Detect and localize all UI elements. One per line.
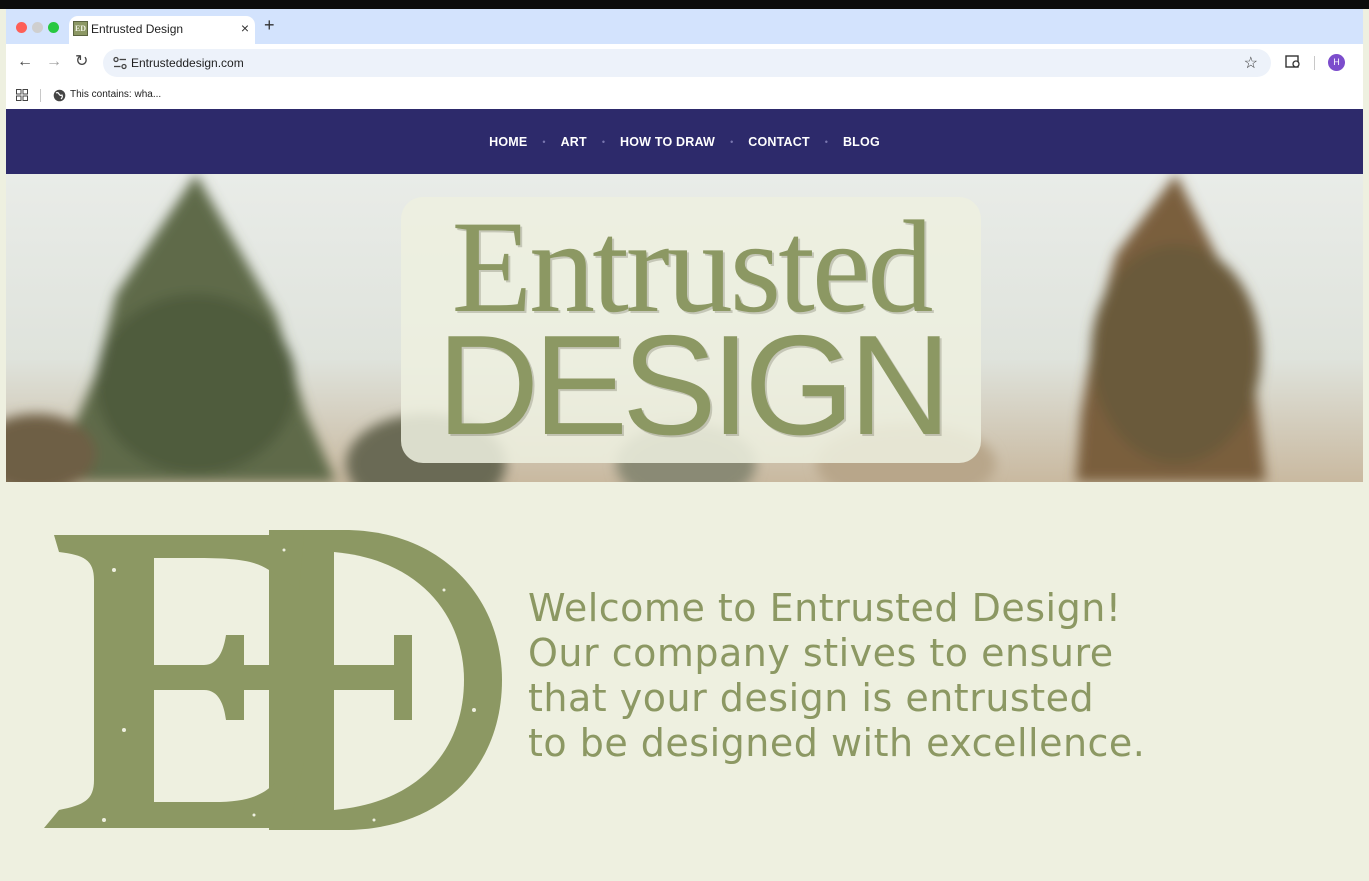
nav-contact[interactable]: CONTACT [748,135,810,149]
nav-art[interactable]: ART [561,135,587,149]
forward-icon[interactable]: → [46,52,62,72]
nav-home[interactable]: HOME [489,135,527,149]
nav-separator: • [601,136,606,147]
welcome-line-2: Our company stives to ensure [528,631,1114,675]
logo-wordmark-bottom: DESIGN [436,306,951,465]
site-navigation: HOME • ART • HOW TO DRAW • CONTACT • BLO… [6,109,1363,174]
address-bar[interactable]: Entrusteddesign.com ☆ [103,49,1271,77]
hero-logo-box: Entrusted DESIGN [401,197,981,463]
profile-avatar[interactable]: H [1328,54,1345,71]
bookmark-item[interactable]: This contains: wha... [70,89,161,100]
new-tab-button[interactable]: + [264,15,275,35]
bookmarks-bar: This contains: wha... [6,82,1363,109]
tab-strip: ED Entrusted Design × + [6,9,1363,44]
bookmarks-divider [40,89,41,102]
window-right-border [1363,482,1369,881]
nav-separator: • [542,136,546,147]
back-icon[interactable]: ← [17,52,33,72]
tab-close-icon[interactable]: × [241,20,249,36]
nav-separator: • [730,136,734,147]
window-top-border [0,0,1369,9]
hero-banner: Entrusted DESIGN [6,174,1363,482]
welcome-text: Welcome to Entrusted Design! Our company… [528,586,1168,766]
maximize-window-button[interactable] [48,22,59,33]
browser-tab[interactable]: ED Entrusted Design × [69,16,255,44]
welcome-line-3: that your design is entrusted [528,676,1095,720]
globe-icon [53,89,66,102]
browser-toolbar: ← → ↻ Entrusteddesign.com ☆ H [6,44,1363,82]
welcome-line-4: to be designed with excellence. [528,721,1146,765]
reload-icon[interactable]: ↻ [75,52,88,72]
site-info-icon[interactable] [112,55,128,71]
ed-monogram-logo [44,530,502,830]
toolbar-divider [1314,56,1315,70]
minimize-window-button[interactable] [32,22,43,33]
welcome-section: Welcome to Entrusted Design! Our company… [6,482,1363,881]
star-icon[interactable]: ☆ [1244,53,1258,73]
url-text[interactable]: Entrusteddesign.com [131,56,244,70]
site-favicon-icon: ED [73,21,88,36]
nav-how-to-draw[interactable]: HOW TO DRAW [620,135,715,149]
close-window-button[interactable] [16,22,27,33]
welcome-line-1: Welcome to Entrusted Design! [528,586,1122,630]
tab-title: Entrusted Design [91,22,184,36]
reading-list-icon[interactable] [1285,54,1301,70]
nav-blog[interactable]: BLOG [843,135,880,149]
nav-separator: • [824,136,828,147]
apps-icon[interactable] [16,89,28,101]
window-left-border [0,482,6,881]
